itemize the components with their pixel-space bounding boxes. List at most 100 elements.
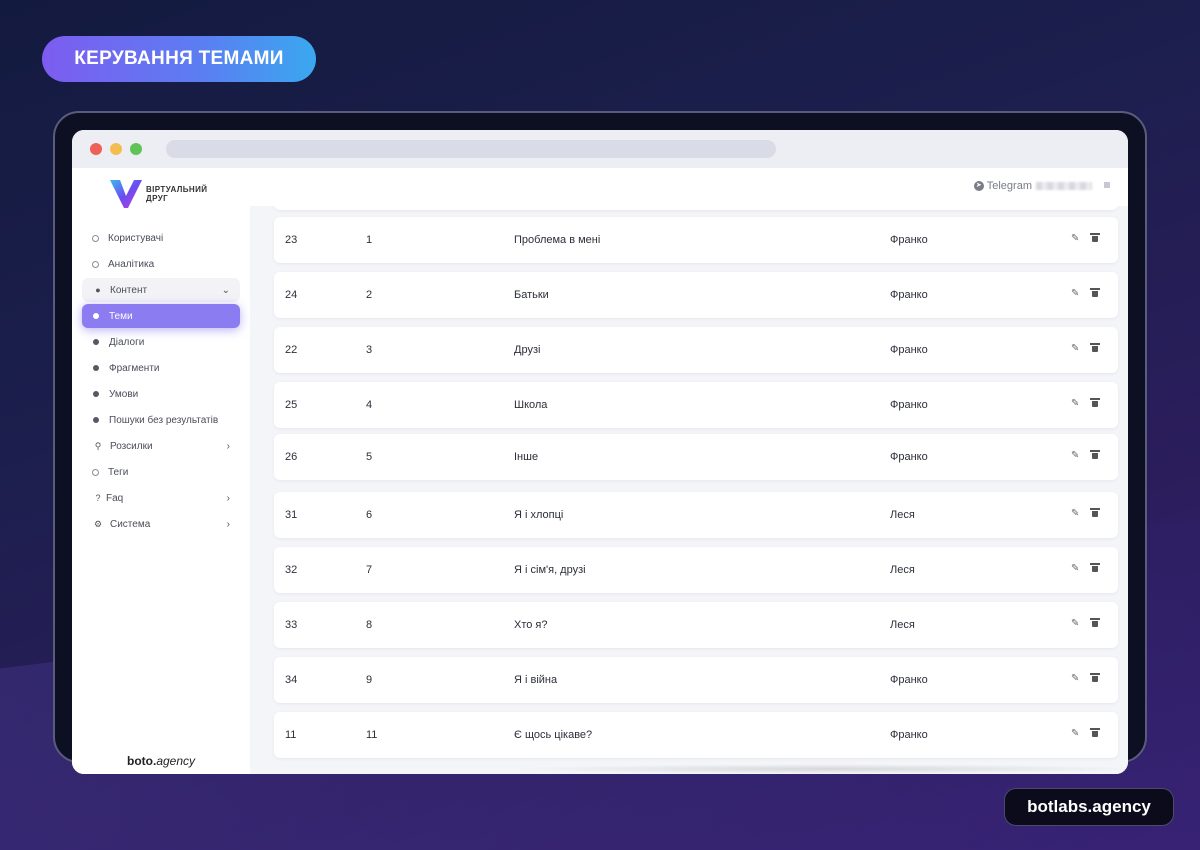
topics-table: 23 1 Проблема в мені Франко ✎ 24 2 Батьки Франко… — [250, 206, 1128, 774]
close-window-button[interactable] — [90, 143, 102, 155]
sidebar-item-label: Теми — [109, 310, 133, 322]
question-icon: ? — [95, 493, 101, 503]
topic-author: Леся — [890, 619, 915, 631]
trash-icon[interactable] — [1090, 618, 1100, 627]
sidebar-item-content[interactable]: ● Контент ⌄ — [82, 278, 240, 302]
trash-icon[interactable] — [1090, 508, 1100, 517]
sidebar-item-faq[interactable]: ? Faq › — [82, 486, 240, 510]
minimize-window-button[interactable] — [110, 143, 122, 155]
table-row[interactable]: 34 9 Я і війна Франко ✎ — [274, 657, 1118, 703]
topic-id: 31 — [285, 509, 298, 521]
bullet-icon — [93, 339, 99, 345]
topic-name: Батьки — [514, 289, 549, 301]
bullet-icon — [93, 391, 99, 397]
sidebar: ВІРТУАЛЬНИЙ ДРУГ Користувачі Аналітика ●… — [72, 168, 250, 774]
table-row[interactable]: 23 1 Проблема в мені Франко ✎ — [274, 217, 1118, 263]
topic-author: Франко — [890, 674, 928, 686]
topic-name: Я і хлопці — [514, 509, 564, 521]
table-row[interactable]: 25 4 Школа Франко ✎ — [274, 382, 1118, 428]
sidebar-footer-brand: boto.agency — [72, 754, 250, 768]
topic-name: Я і сім'я, друзі — [514, 564, 586, 576]
edit-icon[interactable]: ✎ — [1071, 398, 1079, 409]
edit-icon[interactable]: ✎ — [1071, 728, 1079, 739]
telegram-link[interactable]: ➤ Telegram — [973, 180, 1032, 192]
topic-author: Франко — [890, 399, 928, 411]
sidebar-item-label: Контент — [110, 284, 148, 296]
browser-window: ВІРТУАЛЬНИЙ ДРУГ Користувачі Аналітика ●… — [72, 130, 1128, 774]
sidebar-item-fragments[interactable]: Фрагменти — [82, 356, 240, 380]
telegram-label: Telegram — [986, 180, 1032, 192]
sidebar-item-system[interactable]: ⚙ Система › — [82, 512, 240, 536]
trash-icon[interactable] — [1090, 398, 1100, 407]
sidebar-item-label: Пошуки без результатів — [109, 414, 219, 426]
edit-icon[interactable]: ✎ — [1071, 563, 1079, 574]
topic-name: Хто я? — [514, 619, 548, 631]
circle-icon — [92, 234, 99, 242]
sidebar-item-label: Система — [110, 518, 151, 530]
topic-order: 6 — [366, 509, 373, 521]
trash-icon[interactable] — [1090, 288, 1100, 297]
brand-badge: botlabs.agency — [1004, 788, 1174, 826]
sidebar-item-tags[interactable]: Теги — [82, 460, 240, 484]
bullet-icon — [93, 365, 99, 371]
sidebar-item-topics[interactable]: Теми — [82, 304, 240, 328]
topic-order: 9 — [366, 674, 373, 686]
maximize-window-button[interactable] — [130, 143, 142, 155]
edit-icon[interactable]: ✎ — [1071, 450, 1079, 461]
topic-order: 2 — [366, 289, 373, 301]
sidebar-item-conditions[interactable]: Умови — [82, 382, 240, 406]
topic-order: 8 — [366, 619, 373, 631]
topic-author: Леся — [890, 564, 915, 576]
sidebar-item-label: Faq — [106, 492, 124, 504]
table-row[interactable]: 11 11 Є щось цікаве? Франко ✎ — [274, 712, 1118, 758]
sidebar-item-users[interactable]: Користувачі — [82, 226, 240, 250]
table-row[interactable]: 33 8 Хто я? Леся ✎ — [274, 602, 1118, 648]
edit-icon[interactable]: ✎ — [1071, 618, 1079, 629]
sidebar-item-label: Умови — [109, 388, 139, 400]
table-row[interactable]: 22 3 Друзі Франко ✎ — [274, 327, 1118, 373]
edit-icon[interactable]: ✎ — [1071, 508, 1079, 519]
topic-id: 22 — [285, 344, 298, 356]
edit-icon[interactable]: ✎ — [1071, 233, 1079, 244]
address-bar[interactable] — [166, 140, 776, 158]
sidebar-item-searches[interactable]: Пошуки без результатів — [82, 408, 240, 432]
table-row[interactable]: 31 6 Я і хлопці Леся ✎ — [274, 492, 1118, 538]
edit-icon[interactable]: ✎ — [1071, 288, 1079, 299]
table-row-partial — [274, 206, 1118, 210]
table-row[interactable]: 32 7 Я і сім'я, друзі Леся ✎ — [274, 547, 1118, 593]
topic-author: Франко — [890, 451, 928, 463]
edit-icon[interactable]: ✎ — [1071, 343, 1079, 354]
sidebar-item-label: Користувачі — [108, 232, 164, 244]
topic-order: 1 — [366, 234, 373, 246]
topic-order: 7 — [366, 564, 373, 576]
trash-icon[interactable] — [1090, 233, 1100, 242]
trash-icon[interactable] — [1090, 450, 1100, 459]
edit-icon[interactable]: ✎ — [1071, 673, 1079, 684]
topic-id: 26 — [285, 451, 298, 463]
table-row[interactable]: 26 5 Інше Франко ✎ — [274, 434, 1118, 480]
sidebar-nav: Користувачі Аналітика ● Контент ⌄ Теми Д… — [82, 226, 240, 538]
trash-icon[interactable] — [1090, 563, 1100, 572]
sidebar-item-analytics[interactable]: Аналітика — [82, 252, 240, 276]
table-row[interactable]: 24 2 Батьки Франко ✎ — [274, 272, 1118, 318]
topic-name: Я і війна — [514, 674, 558, 686]
sidebar-item-dialogs[interactable]: Діалоги — [82, 330, 240, 354]
trash-icon[interactable] — [1090, 673, 1100, 682]
topic-name: Школа — [514, 399, 548, 411]
topic-id: 33 — [285, 619, 298, 631]
topic-id: 23 — [285, 234, 298, 246]
topic-author: Франко — [890, 729, 928, 741]
sidebar-item-mailings[interactable]: ⚲ Розсилки › — [82, 434, 240, 458]
blurred-avatar — [1104, 182, 1110, 188]
app-logo[interactable]: ВІРТУАЛЬНИЙ ДРУГ — [108, 178, 216, 210]
chevron-right-icon: › — [226, 440, 230, 452]
circle-icon — [92, 468, 99, 476]
chevron-right-icon: › — [226, 492, 230, 504]
topic-author: Франко — [890, 289, 928, 301]
chevron-right-icon: › — [226, 518, 230, 530]
telegram-icon: ➤ — [973, 181, 984, 191]
trash-icon[interactable] — [1090, 343, 1100, 352]
sidebar-item-label: Аналітика — [108, 258, 155, 270]
topic-author: Франко — [890, 344, 928, 356]
trash-icon[interactable] — [1090, 728, 1100, 737]
